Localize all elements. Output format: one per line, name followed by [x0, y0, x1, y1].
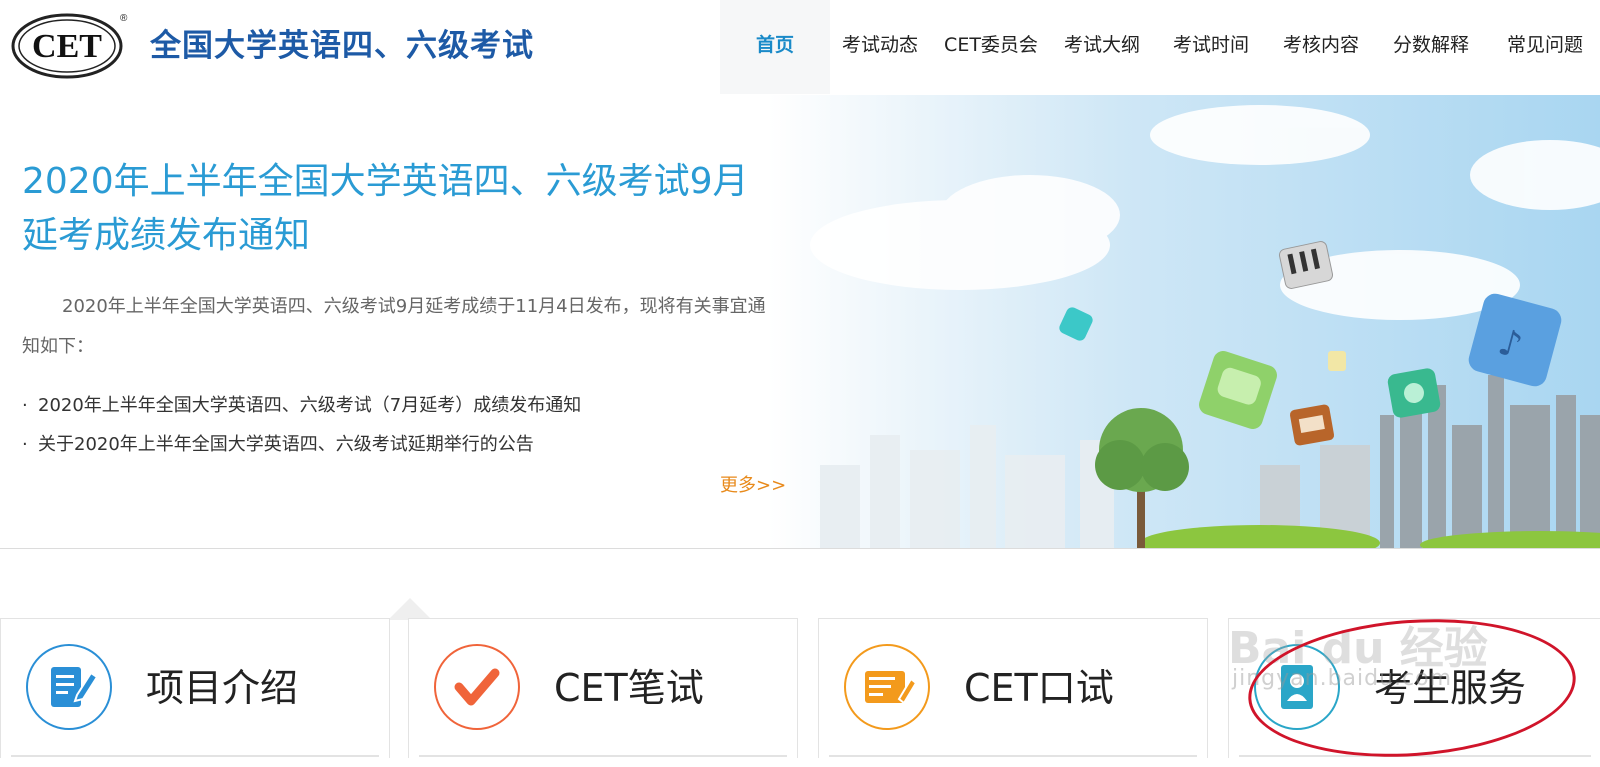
- card-cet-oral[interactable]: CET口试: [818, 618, 1208, 758]
- candidate-service-icon: [1254, 644, 1340, 730]
- nav-score-explanation[interactable]: 分数解释: [1372, 0, 1490, 94]
- tab-notch: [388, 598, 432, 620]
- nav-home[interactable]: 首页: [720, 0, 830, 94]
- speaking-board-icon: [844, 644, 930, 730]
- nav-exam-content[interactable]: 考核内容: [1270, 0, 1372, 94]
- list-item: · 2020年上半年全国大学英语四、六级考试（7月延考）成绩发布通知: [22, 386, 581, 425]
- card-label: CET口试: [964, 666, 1114, 710]
- more-news-link[interactable]: 更多>>: [720, 471, 786, 497]
- nav-exam-news[interactable]: 考试动态: [830, 0, 930, 94]
- card-project-intro[interactable]: 项目介绍: [0, 618, 390, 758]
- banner-illustration: ♪: [810, 105, 1600, 548]
- card-label: 项目介绍: [146, 666, 299, 710]
- card-label: CET笔试: [554, 666, 704, 710]
- divider: [0, 548, 1600, 549]
- list-item: · 关于2020年上半年全国大学英语四、六级考试延期举行的公告: [22, 425, 581, 464]
- nav-syllabus[interactable]: 考试大纲: [1052, 0, 1152, 94]
- news-link[interactable]: 关于2020年上半年全国大学英语四、六级考试延期举行的公告: [38, 434, 534, 455]
- svg-text:®: ®: [120, 13, 128, 24]
- service-cards: 项目介绍 CET笔试 CET口试 考生服务: [0, 618, 1600, 758]
- news-summary: 2020年上半年全国大学英语四、六级考试9月延考成绩于11月4日发布，现将有关事…: [22, 296, 766, 357]
- main-nav: 首页 考试动态 CET委员会 考试大纲 考试时间 考核内容 分数解释 常见问题: [720, 0, 1600, 94]
- nav-exam-time[interactable]: 考试时间: [1152, 0, 1270, 94]
- site-title[interactable]: 全国大学英语四、六级考试: [150, 20, 534, 65]
- nav-faq[interactable]: 常见问题: [1490, 0, 1600, 94]
- card-candidate-service[interactable]: 考生服务: [1228, 618, 1600, 758]
- logo-text: CET: [32, 28, 102, 65]
- news-link[interactable]: 2020年上半年全国大学英语四、六级考试（7月延考）成绩发布通知: [38, 395, 581, 416]
- card-label: 考生服务: [1374, 666, 1527, 710]
- nav-cet-committee[interactable]: CET委员会: [930, 0, 1052, 94]
- bullet-icon: ·: [22, 434, 28, 455]
- cet-logo[interactable]: CET ®: [10, 8, 128, 80]
- site-header: CET ® 全国大学英语四、六级考试 首页 考试动态 CET委员会 考试大纲 考…: [0, 0, 1600, 96]
- bullet-icon: ·: [22, 395, 28, 416]
- news-banner: ♪ 2020年上半年全国大学英语四、六级考试9月延考成绩发布通知 2020年上半…: [0, 95, 1600, 548]
- news-list: · 2020年上半年全国大学英语四、六级考试（7月延考）成绩发布通知 · 关于202…: [22, 386, 581, 464]
- document-edit-icon: [26, 644, 112, 730]
- checkmark-icon: [434, 644, 520, 730]
- news-headline[interactable]: 2020年上半年全国大学英语四、六级考试9月延考成绩发布通知: [22, 155, 782, 263]
- card-cet-written[interactable]: CET笔试: [408, 618, 798, 758]
